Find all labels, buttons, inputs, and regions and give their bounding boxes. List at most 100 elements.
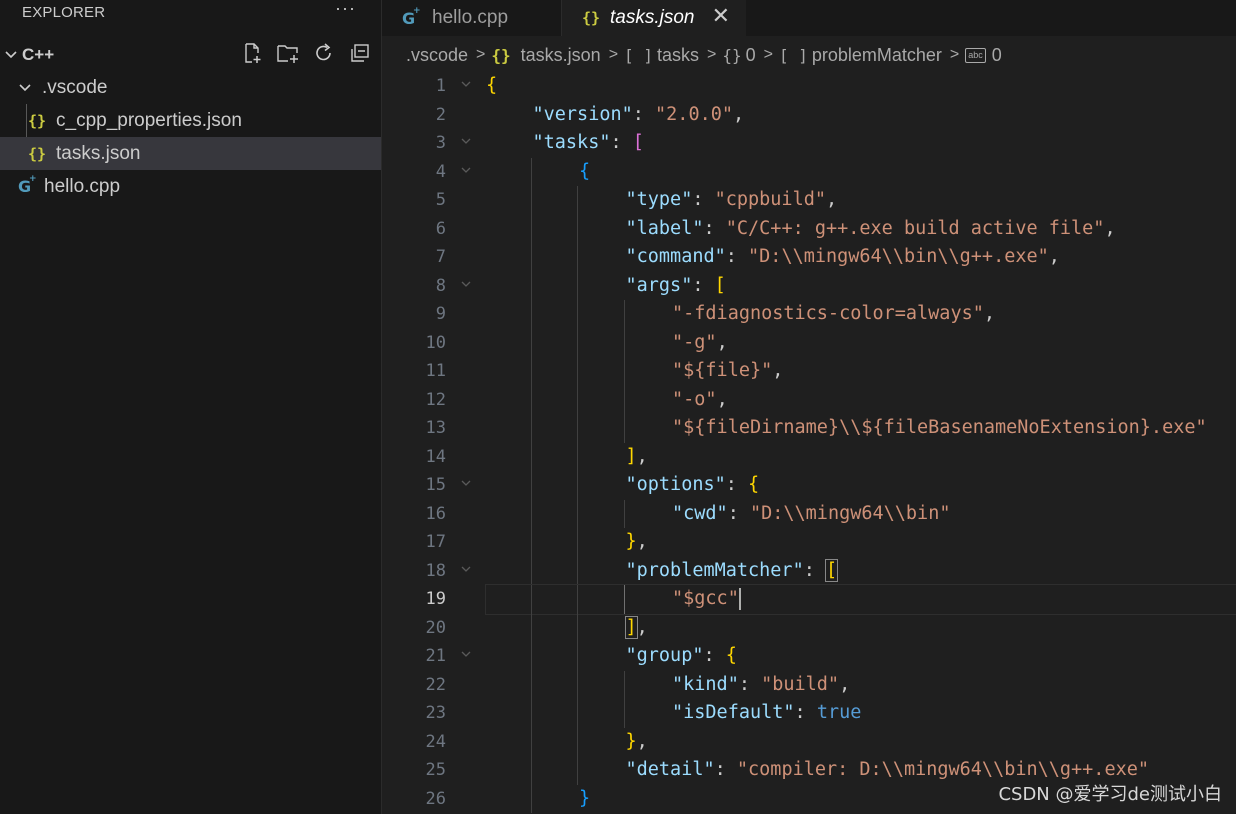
code-text: "${file}", <box>486 357 1236 386</box>
cpp-file-icon: G + <box>402 5 421 28</box>
code-line[interactable]: 1{ <box>382 72 1236 101</box>
collapse-all-icon[interactable] <box>347 40 373 66</box>
code-text: "tasks": [ <box>486 129 1236 158</box>
code-text: "label": "C/C++: g++.exe build active fi… <box>486 214 1236 244</box>
refresh-icon[interactable] <box>311 40 337 66</box>
indent-guide <box>577 670 578 699</box>
folder-vscode[interactable]: .vscode <box>0 71 381 104</box>
file-c-cpp-properties[interactable]: {} c_cpp_properties.json <box>0 104 381 137</box>
chevron-right-icon: > <box>608 46 619 63</box>
code-token: : <box>727 502 750 524</box>
code-line[interactable]: 18 "problemMatcher": [ <box>382 556 1236 586</box>
code-line[interactable]: 9 "-fdiagnostics-color=always", <box>382 300 1236 329</box>
code-line[interactable]: 10 "-g", <box>382 328 1236 358</box>
code-line[interactable]: 16 "cwd": "D:\\mingw64\\bin" <box>382 499 1236 529</box>
code-token: "options" <box>625 474 726 495</box>
code-token: , <box>636 616 648 638</box>
workspace-root[interactable]: C++ <box>0 38 381 71</box>
indent-guide <box>530 471 532 500</box>
code-tokens: "version": "2.0.0", <box>533 101 745 130</box>
code-line[interactable]: 23 "isDefault": true <box>382 699 1236 728</box>
fold-chevron-icon[interactable] <box>460 471 472 500</box>
fold-chevron-icon[interactable] <box>460 642 472 671</box>
fold-chevron-icon[interactable] <box>460 557 472 586</box>
code-line[interactable]: 20], <box>382 613 1236 642</box>
fold-chevron-icon[interactable] <box>460 158 472 187</box>
line-number: 23 <box>425 703 446 723</box>
code-token: : <box>725 246 749 267</box>
code-line[interactable]: 8 "args": [ <box>382 271 1236 301</box>
code-line[interactable]: 12 "-o", <box>382 385 1236 414</box>
file-hello-cpp[interactable]: G + hello.cpp <box>0 170 381 203</box>
breadcrumb-item[interactable]: 0 <box>992 45 1002 66</box>
line-number: 6 <box>435 218 446 239</box>
code-line[interactable]: 19 "$gcc" <box>382 584 1236 615</box>
code-token: : <box>725 474 749 495</box>
fold-chevron-icon[interactable] <box>460 129 472 158</box>
breadcrumb-item[interactable]: 0 <box>746 45 756 66</box>
code-line[interactable]: 21 "group": { <box>382 642 1236 671</box>
indent-guide <box>577 357 578 386</box>
code-tokens: "problemMatcher": [ <box>626 557 839 586</box>
more-actions-icon[interactable]: ··· <box>335 0 356 19</box>
array-icon: [ ] <box>624 45 653 65</box>
code-token: , <box>772 360 784 381</box>
code-tokens: { <box>486 72 497 101</box>
code-line[interactable]: 13 "${fileDirname}\\${fileBasenameNoExten… <box>382 414 1236 443</box>
indent-guide <box>623 585 625 614</box>
chevron-down-icon <box>14 81 36 95</box>
code-token: } <box>625 531 637 552</box>
new-folder-icon[interactable] <box>275 40 301 66</box>
code-token: , <box>1104 217 1116 239</box>
code-line[interactable]: 3 "tasks": [ <box>382 129 1236 158</box>
indent-guide <box>577 328 578 357</box>
code-tokens: "label": "C/C++: g++.exe build active fi… <box>626 215 1116 244</box>
code-tokens: "options": { <box>626 471 760 500</box>
code-line[interactable]: 6 "label": "C/C++: g++.exe build active f… <box>382 214 1236 244</box>
new-file-icon[interactable] <box>239 40 265 66</box>
indent-guide <box>530 385 532 414</box>
code-line[interactable]: 2 "version": "2.0.0", <box>382 101 1236 130</box>
code-token: "-fdiagnostics-color=always" <box>672 303 984 324</box>
tab-hello-cpp[interactable]: G + hello.cpp <box>382 0 562 36</box>
code-line[interactable]: 5 "type": "cppbuild", <box>382 186 1236 215</box>
file-label: c_cpp_properties.json <box>56 109 242 131</box>
indent-guide <box>623 385 625 414</box>
code-tokens: "args": [ <box>626 272 726 301</box>
tab-tasks-json[interactable]: {} tasks.json ✕ <box>562 0 746 36</box>
code-text: "problemMatcher": [ <box>486 556 1236 586</box>
code-token: , <box>839 673 851 695</box>
code-tokens: "cwd": "D:\\mingw64\\bin" <box>672 500 950 529</box>
breadcrumb-item[interactable]: .vscode <box>406 45 468 66</box>
workspace-root-label: C++ <box>22 44 55 64</box>
code-line[interactable]: 14], <box>382 442 1236 471</box>
breadcrumb-item[interactable]: tasks.json <box>521 45 601 66</box>
code-tokens: "kind": "build", <box>672 671 850 700</box>
indent-guide <box>577 528 578 557</box>
explorer-title: EXPLORER <box>22 4 106 21</box>
code-editor[interactable]: 1{2 "version": "2.0.0", 3 "tasks": [4{5 "typ… <box>382 72 1236 814</box>
indent-guide <box>577 585 578 614</box>
code-line[interactable]: 24}, <box>382 727 1236 756</box>
indent-guide <box>623 300 625 329</box>
line-number: 7 <box>435 247 446 267</box>
code-line[interactable]: 22 "kind": "build", <box>382 670 1236 700</box>
code-tokens: "-fdiagnostics-color=always", <box>672 300 995 329</box>
fold-chevron-icon[interactable] <box>460 272 472 301</box>
json-file-icon: {} <box>582 9 601 27</box>
code-line[interactable]: 4{ <box>382 157 1236 187</box>
breadcrumb-item[interactable]: problemMatcher <box>812 45 942 66</box>
line-number: 18 <box>425 560 446 581</box>
indent-guide <box>530 157 532 186</box>
code-line[interactable]: 15 "options": { <box>382 471 1236 500</box>
line-number: 15 <box>425 475 446 495</box>
file-tasks-json[interactable]: {} tasks.json <box>0 137 381 170</box>
code-line[interactable]: 7 "command": "D:\\mingw64\\bin\\g++.exe", <box>382 243 1236 272</box>
close-icon[interactable]: ✕ <box>712 3 730 29</box>
code-line[interactable]: 11 "${file}", <box>382 357 1236 386</box>
fold-chevron-icon[interactable] <box>460 72 472 101</box>
code-tokens: "-g", <box>672 329 728 358</box>
code-line[interactable]: 17}, <box>382 528 1236 557</box>
breadcrumb-item[interactable]: tasks <box>657 45 699 66</box>
code-tokens: { <box>579 158 590 187</box>
